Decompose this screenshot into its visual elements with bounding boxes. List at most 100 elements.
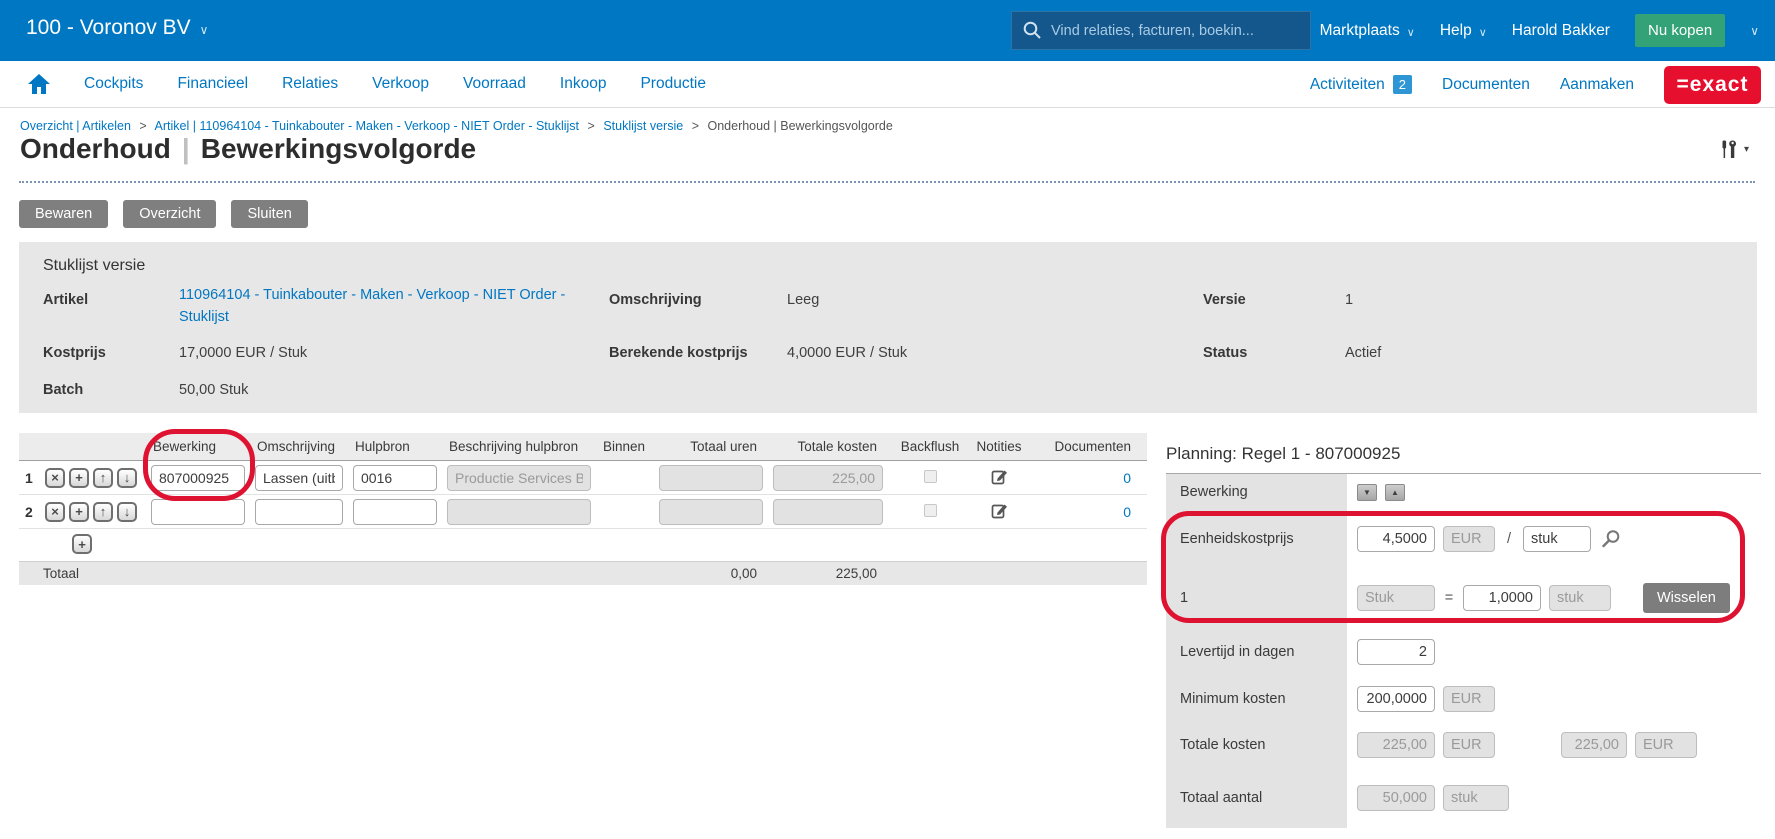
nav-item-voorraad[interactable]: Voorraad <box>463 75 526 93</box>
bewerkingen-grid: Bewerking Omschrijving Hulpbron Beschrij… <box>19 433 1147 585</box>
minimum-kosten-input[interactable] <box>1357 686 1435 712</box>
nav-item-cockpits[interactable]: Cockpits <box>84 75 143 93</box>
documenten-count-link[interactable]: 0 <box>1123 470 1131 486</box>
buy-now-button[interactable]: Nu kopen <box>1635 14 1725 47</box>
breadcrumb-link-artikel[interactable]: Artikel | 110964104 - Tuinkabouter - Mak… <box>155 119 580 133</box>
breadcrumb-current: Onderhoud | Bewerkingsvolgorde <box>707 119 892 133</box>
omschrijving-value: Leeg <box>787 292 819 308</box>
home-icon[interactable] <box>28 74 50 94</box>
notities-button[interactable] <box>967 468 1031 488</box>
company-selector[interactable]: 100 - Voronov BV ∨ <box>26 16 208 40</box>
grid-row-2: 2 × + ↑ ↓ 0 <box>19 495 1147 529</box>
planning-row-bewerking: Bewerking ▼ ▲ <box>1166 474 1761 510</box>
chevron-down-icon: ∨ <box>1407 23 1415 39</box>
documenten-link[interactable]: Documenten <box>1442 76 1530 94</box>
nav-item-verkoop[interactable]: Verkoop <box>372 75 429 93</box>
note-edit-icon <box>991 468 1008 485</box>
col-header-beschrijving-hulpbron: Beschrijving hulpbron <box>447 439 601 454</box>
activiteiten-link[interactable]: Activiteiten 2 <box>1310 75 1412 94</box>
planning-row-totaal-aantal: Totaal aantal <box>1166 768 1761 828</box>
nav-item-productie[interactable]: Productie <box>640 75 705 93</box>
notities-button[interactable] <box>967 502 1031 522</box>
row-number: 1 <box>25 470 41 486</box>
search-input[interactable] <box>1051 23 1299 39</box>
help-menu[interactable]: Help ∨ <box>1440 22 1487 40</box>
grid-total-row: Totaal 0,00 225,00 <box>19 561 1147 585</box>
conversion-label: 1 <box>1166 568 1347 628</box>
planning-row-conversion: 1 = Wisselen <box>1166 568 1761 628</box>
bewerking-next-button[interactable]: ▲ <box>1385 484 1405 501</box>
sluiten-button[interactable]: Sluiten <box>231 200 307 228</box>
nav-right: Activiteiten 2 Documenten Aanmaken =exac… <box>1310 61 1761 108</box>
delete-row-button[interactable]: × <box>45 502 65 522</box>
breadcrumb-link-overzicht-artikelen[interactable]: Overzicht | Artikelen <box>20 119 131 133</box>
marktplaats-menu[interactable]: Marktplaats ∨ <box>1320 22 1415 40</box>
versie-label: Versie <box>1203 292 1246 308</box>
page-settings-menu[interactable]: ▾ <box>1720 140 1749 159</box>
aanmaken-link[interactable]: Aanmaken <box>1560 76 1634 94</box>
col-header-omschrijving: Omschrijving <box>255 439 353 454</box>
global-search[interactable] <box>1011 11 1311 50</box>
totaal-label: Totaal <box>19 566 151 581</box>
user-menu[interactable]: Harold Bakker <box>1512 22 1610 40</box>
chevron-down-icon: ∨ <box>1479 23 1487 39</box>
grid-add-row: + <box>19 529 1147 559</box>
currency-field <box>1443 526 1495 552</box>
levertijd-input[interactable] <box>1357 639 1435 665</box>
batch-value: 50,00 Stuk <box>179 382 248 398</box>
unit-field <box>1443 785 1509 811</box>
nav-item-inkoop[interactable]: Inkoop <box>560 75 607 93</box>
kostprijs-label: Kostprijs <box>43 345 106 361</box>
batch-label: Batch <box>43 382 83 398</box>
backflush-checkbox <box>924 470 937 483</box>
action-buttons: Bewaren Overzicht Sluiten <box>19 200 308 228</box>
nav-item-financieel[interactable]: Financieel <box>177 75 248 93</box>
add-row-button[interactable]: + <box>72 534 92 554</box>
unit-input[interactable] <box>1523 526 1591 552</box>
conversion-value-input[interactable] <box>1463 585 1541 611</box>
delete-row-button[interactable]: × <box>45 468 65 488</box>
insert-row-button[interactable]: + <box>69 468 89 488</box>
title-divider <box>19 181 1755 183</box>
beschrijving-hulpbron-field <box>447 465 591 491</box>
artikel-link[interactable]: 110964104 - Tuinkabouter - Maken - Verko… <box>179 287 565 325</box>
nav-item-relaties[interactable]: Relaties <box>282 75 338 93</box>
move-row-down-button[interactable]: ↓ <box>117 468 137 488</box>
top-bar: 100 - Voronov BV ∨ Marktplaats ∨ Help ∨ … <box>0 0 1775 61</box>
note-edit-icon <box>991 502 1008 519</box>
bewerking-prev-button[interactable]: ▼ <box>1357 484 1377 501</box>
bewerking-input[interactable] <box>151 465 245 491</box>
documenten-count-link[interactable]: 0 <box>1123 504 1131 520</box>
overzicht-button[interactable]: Overzicht <box>123 200 216 228</box>
chevron-down-icon[interactable]: ∨ <box>1750 24 1759 38</box>
move-row-up-button[interactable]: ↑ <box>93 468 113 488</box>
user-name: Harold Bakker <box>1512 22 1610 40</box>
omschrijving-input[interactable] <box>255 499 343 525</box>
hulpbron-input[interactable] <box>353 465 437 491</box>
conversion-to-unit-field <box>1549 585 1611 611</box>
planning-row-totale-kosten: Totale kosten <box>1166 722 1761 768</box>
versie-value: 1 <box>1345 292 1353 308</box>
move-row-up-button[interactable]: ↑ <box>93 502 113 522</box>
currency-field <box>1635 732 1697 758</box>
bewerking-input[interactable] <box>151 499 245 525</box>
breadcrumb-link-stuklijst-versie[interactable]: Stuklijst versie <box>603 119 683 133</box>
hulpbron-input[interactable] <box>353 499 437 525</box>
omschrijving-input[interactable] <box>255 465 343 491</box>
col-header-notities: Notities <box>967 439 1031 454</box>
insert-row-button[interactable]: + <box>69 502 89 522</box>
eenheidskostprijs-input[interactable] <box>1357 526 1435 552</box>
grid-header-row: Bewerking Omschrijving Hulpbron Beschrij… <box>19 433 1147 461</box>
move-row-down-button[interactable]: ↓ <box>117 502 137 522</box>
search-lookup-icon[interactable] <box>1601 529 1621 549</box>
backflush-checkbox <box>924 504 937 517</box>
wisselen-button[interactable]: Wisselen <box>1643 583 1730 613</box>
bewaren-button[interactable]: Bewaren <box>19 200 108 228</box>
activiteiten-label: Activiteiten <box>1310 76 1385 94</box>
per-symbol: / <box>1503 531 1515 547</box>
eenheidskostprijs-label: Eenheidskostprijs <box>1166 510 1347 568</box>
totale-kosten-field <box>773 465 883 491</box>
levertijd-label: Levertijd in dagen <box>1166 628 1347 676</box>
chevron-down-icon: ∨ <box>200 19 209 37</box>
planning-row-minimum-kosten: Minimum kosten <box>1166 676 1761 722</box>
